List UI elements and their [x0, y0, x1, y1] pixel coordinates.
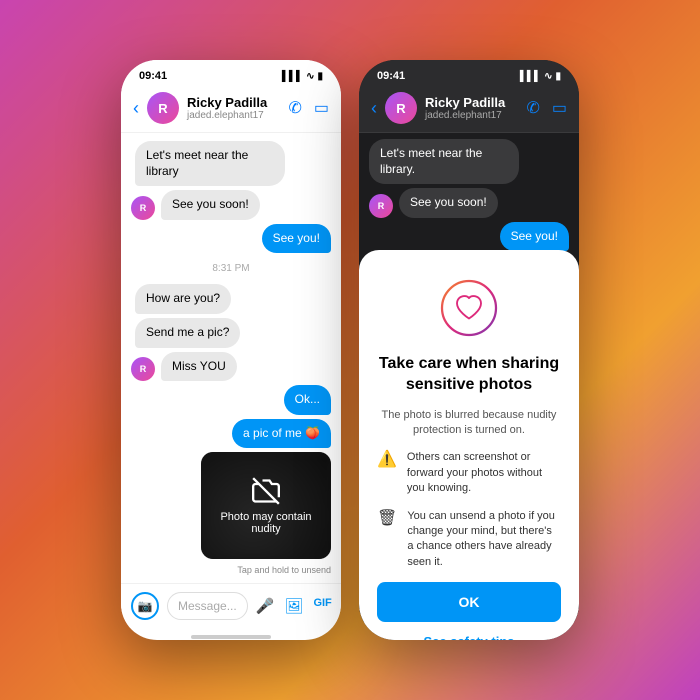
time-right: 09:41 — [377, 70, 405, 82]
home-indicator-left — [191, 635, 271, 639]
status-bar-left: 09:41 ▌▌▌ ∿ ▮ — [121, 60, 341, 86]
wifi-icon: ∿ — [306, 71, 314, 82]
chat-header-left: ‹ R Ricky Padilla jaded.elephant17 ✆ ▭ — [121, 86, 341, 133]
left-phone: 09:41 ▌▌▌ ∿ ▮ ‹ R Ricky Padilla jaded.el… — [121, 60, 341, 640]
msg-2: See you soon! — [161, 190, 260, 220]
battery-icon-right: ▮ — [555, 71, 561, 82]
battery-icon: ▮ — [317, 71, 323, 82]
nudity-image-bubble[interactable]: Photo may contain nudity — [201, 452, 331, 559]
safety-tips-link[interactable]: See safety tips — [377, 634, 561, 640]
dark-msg-2-row: R See you soon! — [369, 188, 569, 218]
input-bar-left: 📷 Message... 🎤 🖼 GIF — [121, 583, 341, 628]
heart-circle-icon — [439, 278, 499, 338]
msg-8: a pic of me 🍑 — [232, 419, 331, 449]
avatar-msg-2: R — [131, 196, 155, 220]
msg-4: How are you? — [135, 284, 231, 314]
home-bar-left — [121, 628, 341, 640]
dark-msg-1: Let's meet near the library. — [369, 139, 519, 184]
camera-button[interactable]: 📷 — [131, 592, 159, 620]
header-icons-right: ✆ ▭ — [526, 98, 567, 118]
warning-triangle-icon: ⚠️ — [377, 449, 397, 471]
phones-container: 09:41 ▌▌▌ ∿ ▮ ‹ R Ricky Padilla jaded.el… — [121, 60, 579, 640]
header-icons-left: ✆ ▭ — [288, 98, 329, 118]
modal-warning-1: ⚠️ Others can screenshot or forward your… — [377, 450, 561, 496]
warning-text-1: Others can screenshot or forward your ph… — [407, 450, 561, 496]
msg-6: Miss YOU — [161, 352, 237, 382]
signal-icon-right: ▌▌▌ — [520, 71, 541, 82]
avatar-msg-6: R — [131, 357, 155, 381]
nudity-overlay: Photo may contain nudity — [201, 452, 331, 559]
sensitive-photo-modal: Take care when sharing sensitive photos … — [359, 250, 579, 640]
back-button-left[interactable]: ‹ — [133, 98, 139, 119]
status-bar-right: 09:41 ▌▌▌ ∿ ▮ — [359, 60, 579, 86]
video-icon-left[interactable]: ▭ — [314, 98, 329, 118]
status-icons-right: ▌▌▌ ∿ ▮ — [520, 71, 561, 82]
tap-unsend-label: Tap and hold to unsend — [237, 565, 331, 575]
msg-5: Send me a pic? — [135, 318, 240, 348]
chat-header-right: ‹ R Ricky Padilla jaded.elephant17 ✆ ▭ — [359, 86, 579, 133]
msg-1: Let's meet near the library — [135, 141, 285, 186]
right-phone-inner: 09:41 ▌▌▌ ∿ ▮ ‹ R Ricky Padilla jaded.el… — [359, 60, 579, 640]
avatar-left: R — [147, 92, 179, 124]
gif-icon[interactable]: GIF — [313, 597, 331, 615]
msg-3: See you! — [262, 224, 331, 254]
call-icon-right[interactable]: ✆ — [526, 98, 539, 118]
contact-info-right: Ricky Padilla jaded.elephant17 — [425, 95, 518, 121]
right-phone: 09:41 ▌▌▌ ∿ ▮ ‹ R Ricky Padilla jaded.el… — [359, 60, 579, 640]
ok-button[interactable]: OK — [377, 582, 561, 622]
msg-6-row: R Miss YOU — [131, 352, 331, 382]
contact-username-right: jaded.elephant17 — [425, 110, 518, 121]
contact-username-left: jaded.elephant17 — [187, 110, 280, 121]
dark-msg-2: See you soon! — [399, 188, 498, 218]
video-icon-right[interactable]: ▭ — [552, 98, 567, 118]
gallery-icon[interactable]: 🖼 — [284, 597, 303, 615]
back-button-right[interactable]: ‹ — [371, 98, 377, 119]
wifi-icon-right: ∿ — [544, 71, 552, 82]
no-photo-icon — [252, 477, 280, 505]
time-divider: 8:31 PM — [131, 263, 331, 274]
chat-area-left: Let's meet near the library R See you so… — [121, 133, 341, 583]
contact-name-left: Ricky Padilla — [187, 95, 280, 110]
mic-icon[interactable]: 🎤 — [256, 597, 275, 615]
nudity-text: Photo may contain nudity — [201, 511, 331, 535]
input-placeholder: Message... — [178, 599, 237, 613]
modal-warning-2: 🗑 You can unsend a photo if you change y… — [377, 509, 561, 571]
avatar-right: R — [385, 92, 417, 124]
dark-msg-3: See you! — [500, 222, 569, 252]
call-icon-left[interactable]: ✆ — [288, 98, 301, 118]
message-input-left[interactable]: Message... — [167, 592, 248, 620]
time-left: 09:41 — [139, 70, 167, 82]
modal-subtitle: The photo is blurred because nudity prot… — [377, 408, 561, 439]
input-icons-left: 🎤 🖼 GIF — [256, 597, 332, 615]
contact-info-left: Ricky Padilla jaded.elephant17 — [187, 95, 280, 121]
signal-icon: ▌▌▌ — [282, 71, 303, 82]
modal-title: Take care when sharing sensitive photos — [377, 354, 561, 396]
contact-name-right: Ricky Padilla — [425, 95, 518, 110]
msg-7: Ok... — [284, 385, 331, 415]
dark-avatar-msg-2: R — [369, 194, 393, 218]
msg-2-row: R See you soon! — [131, 190, 331, 220]
status-icons-left: ▌▌▌ ∿ ▮ — [282, 71, 323, 82]
modal-heart-icon-wrapper — [377, 278, 561, 338]
warning-text-2: You can unsend a photo if you change you… — [407, 509, 561, 571]
trash-icon: 🗑 — [377, 508, 397, 530]
